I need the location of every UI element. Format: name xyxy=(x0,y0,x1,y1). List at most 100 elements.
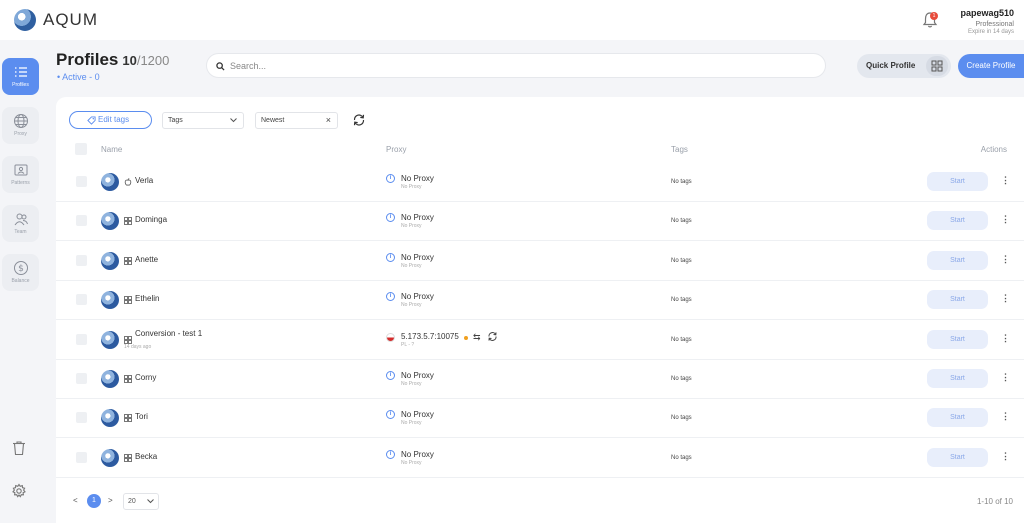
sidebar-item-patterns[interactable]: Patterns xyxy=(2,156,39,193)
row-checkbox[interactable] xyxy=(76,451,87,463)
aqum-logo[interactable] xyxy=(14,9,36,31)
tags-filter-select[interactable]: Tags xyxy=(162,112,244,129)
user-menu[interactable]: papewag510 Professional Expire in 14 day… xyxy=(960,8,1014,35)
apple-icon xyxy=(124,178,132,186)
clear-sort-icon[interactable]: × xyxy=(326,113,331,128)
start-button[interactable]: Start xyxy=(927,250,988,270)
start-button[interactable]: Start xyxy=(927,408,988,428)
more-options-icon[interactable]: ⋮ xyxy=(1001,451,1010,462)
column-name[interactable]: Name xyxy=(101,145,122,154)
profile-name[interactable]: Tori xyxy=(135,412,148,421)
profile-name[interactable]: Becka xyxy=(135,452,157,461)
table-row[interactable]: Conversion - test 1 14 days ago 5.173.5.7:… xyxy=(56,321,1024,360)
column-tags: Tags xyxy=(671,145,688,154)
row-checkbox[interactable] xyxy=(76,254,87,266)
table-row[interactable]: Tori i No Proxy No Proxy No tags Start ⋮ xyxy=(56,399,1024,439)
profile-tags: No tags xyxy=(671,376,692,382)
info-icon: i xyxy=(386,371,395,380)
proxy-value: No Proxy xyxy=(401,213,434,223)
row-checkbox[interactable] xyxy=(76,215,87,227)
start-button[interactable]: Start xyxy=(927,329,988,349)
row-checkbox[interactable] xyxy=(76,412,87,424)
tag-icon xyxy=(87,116,96,125)
row-checkbox[interactable] xyxy=(76,176,87,187)
proxy-value: No Proxy xyxy=(401,174,434,183)
sidebar-item-label: Balance xyxy=(11,278,30,284)
active-status-text: Active - 0 xyxy=(62,72,100,82)
more-options-icon[interactable]: ⋮ xyxy=(1001,214,1010,225)
proxy-location: PL - ? xyxy=(401,341,415,348)
sidebar-item-profiles[interactable]: Profiles xyxy=(2,58,39,95)
windows-icon xyxy=(124,375,132,383)
profile-name[interactable]: Conversion - test 1 xyxy=(135,329,202,338)
current-page-button[interactable]: 1 xyxy=(87,494,101,508)
row-checkbox[interactable] xyxy=(76,294,87,306)
profile-avatar xyxy=(101,409,119,428)
info-icon: i xyxy=(386,449,395,459)
table-row[interactable]: Dominga i No Proxy No Proxy No tags Start ⋮ xyxy=(56,202,1024,242)
sidebar-item-balance[interactable]: $ Balance xyxy=(2,254,39,291)
more-options-icon[interactable]: ⋮ xyxy=(1001,254,1010,265)
sidebar-item-proxy[interactable]: Proxy xyxy=(2,107,39,144)
profile-name[interactable]: Dominga xyxy=(135,215,167,224)
top-bar: AQUM 1 papewag510 Professional Expire in… xyxy=(0,0,1024,40)
info-icon: i xyxy=(386,213,395,223)
more-options-icon[interactable]: ⋮ xyxy=(1001,333,1010,344)
more-options-icon[interactable]: ⋮ xyxy=(1001,175,1010,186)
start-button[interactable]: Start xyxy=(927,369,988,388)
profile-name[interactable]: Corny xyxy=(135,373,156,382)
start-button[interactable]: Start xyxy=(927,172,988,191)
quick-profile-button[interactable]: Quick Profile xyxy=(866,61,915,70)
more-options-icon[interactable]: ⋮ xyxy=(1001,411,1010,422)
proxy-value: No Proxy xyxy=(401,449,434,459)
dollar-icon: $ xyxy=(13,261,28,275)
info-icon: i xyxy=(386,292,395,302)
sidebar-item-team[interactable]: Team xyxy=(2,205,39,242)
column-proxy: Proxy xyxy=(386,145,407,154)
more-options-icon[interactable]: ⋮ xyxy=(1001,293,1010,304)
notification-badge: 1 xyxy=(930,12,938,20)
quick-profile-group: Quick Profile xyxy=(857,54,951,78)
refresh-icon[interactable] xyxy=(352,113,366,127)
trash-icon[interactable] xyxy=(11,440,27,456)
sidebar-item-label: Patterns xyxy=(11,180,30,186)
profile-name[interactable]: Verla xyxy=(135,176,153,185)
more-options-icon[interactable]: ⋮ xyxy=(1001,372,1010,383)
page-size-select[interactable]: 20 xyxy=(123,493,159,510)
search-bar[interactable] xyxy=(206,53,826,78)
select-all-checkbox[interactable] xyxy=(75,143,87,155)
table-header: Name Proxy Tags Actions xyxy=(56,142,1024,158)
settings-gear-icon[interactable] xyxy=(11,483,27,499)
start-button[interactable]: Start xyxy=(927,447,988,467)
row-checkbox[interactable] xyxy=(76,373,87,384)
refresh-proxy-icon[interactable] xyxy=(487,331,498,342)
layout-toggle-button[interactable] xyxy=(926,56,948,76)
swap-proxy-icon[interactable]: ⇆ xyxy=(473,332,481,343)
row-checkbox[interactable] xyxy=(76,333,87,345)
pagination-range: 1-10 of 10 xyxy=(976,497,1013,506)
next-page-button[interactable]: > xyxy=(108,496,113,505)
profile-name[interactable]: Anette xyxy=(135,255,158,264)
proxy-subtext: No Proxy xyxy=(401,302,422,309)
edit-tags-button[interactable]: Edit tags xyxy=(69,111,152,129)
id-card-icon xyxy=(14,164,27,176)
proxy-subtext: No Proxy xyxy=(401,459,422,466)
profile-name[interactable]: Ethelin xyxy=(135,294,159,303)
table-row[interactable]: Anette i No Proxy No Proxy No tags Start ⋮ xyxy=(56,242,1024,281)
create-profile-button[interactable]: Create Profile xyxy=(958,54,1024,78)
sort-select[interactable]: Newest × xyxy=(255,112,338,129)
windows-icon xyxy=(124,335,132,344)
table-row[interactable]: Verla i No Proxy No Proxy No tags Start ⋮ xyxy=(56,163,1024,202)
table-row[interactable]: Becka i No Proxy No Proxy No tags Start ⋮ xyxy=(56,439,1024,478)
proxy-subtext: No Proxy xyxy=(401,381,422,387)
profile-tags: No tags xyxy=(671,454,692,461)
profile-tags: No tags xyxy=(671,336,692,343)
poland-flag-icon xyxy=(386,332,395,342)
search-input[interactable] xyxy=(230,58,810,74)
start-button[interactable]: Start xyxy=(927,211,988,231)
table-row[interactable]: Corny i No Proxy No Proxy No tags Start ⋮ xyxy=(56,360,1024,399)
table-row[interactable]: Ethelin i No Proxy No Proxy No tags Start ⋮ xyxy=(56,281,1024,321)
start-button[interactable]: Start xyxy=(927,290,988,310)
prev-page-button[interactable]: < xyxy=(73,496,78,505)
sidebar-item-label: Proxy xyxy=(14,131,27,137)
